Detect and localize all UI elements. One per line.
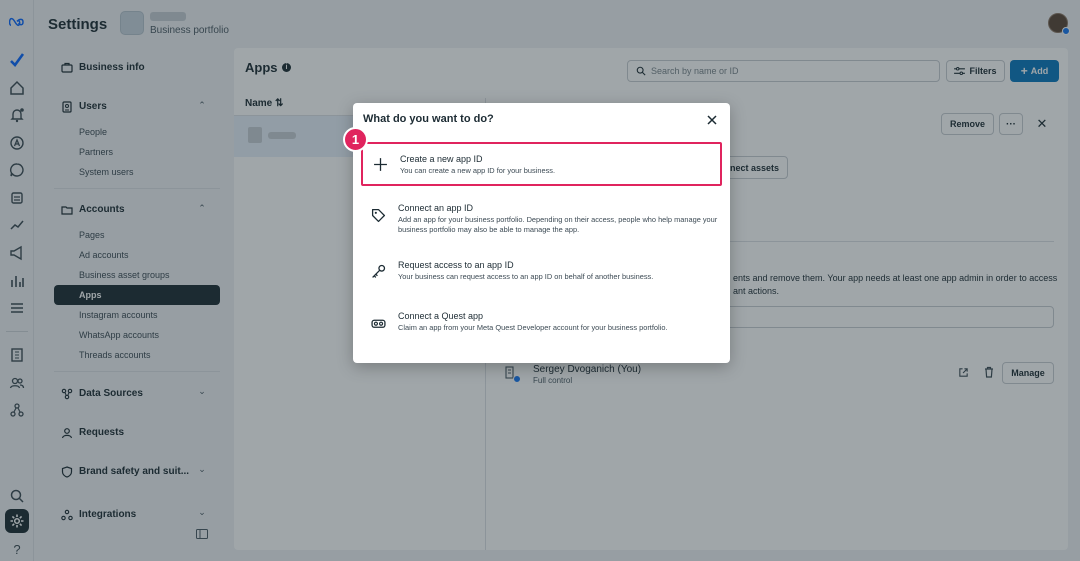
option-title: Connect a Quest app bbox=[398, 311, 484, 321]
option-description: You can create a new app ID for your bus… bbox=[400, 166, 556, 175]
option-request-access[interactable]: Request access to an app ID Your busines… bbox=[361, 255, 722, 299]
dialog-title: What do you want to do? bbox=[363, 113, 494, 125]
option-description: Claim an app from your Meta Quest Develo… bbox=[398, 323, 668, 332]
key-icon bbox=[370, 263, 386, 279]
plus-icon bbox=[372, 156, 388, 172]
option-description: Your business can request access to an a… bbox=[398, 272, 654, 281]
option-description: Add an app for your business portfolio. … bbox=[398, 215, 718, 234]
step-number-badge: 1 bbox=[343, 127, 368, 152]
create-app-dialog: What do you want to do? Create a new app… bbox=[353, 103, 730, 363]
vr-headset-icon bbox=[370, 315, 386, 331]
option-create-new-app-id[interactable]: Create a new app ID You can create a new… bbox=[361, 142, 722, 186]
close-icon[interactable] bbox=[704, 112, 720, 128]
option-title: Connect an app ID bbox=[398, 203, 474, 213]
option-connect-quest-app[interactable]: Connect a Quest app Claim an app from yo… bbox=[361, 306, 722, 350]
option-title: Create a new app ID bbox=[400, 154, 483, 164]
option-connect-app-id[interactable]: Connect an app ID Add an app for your bu… bbox=[361, 197, 722, 241]
tag-icon bbox=[370, 207, 386, 223]
option-title: Request access to an app ID bbox=[398, 260, 514, 270]
